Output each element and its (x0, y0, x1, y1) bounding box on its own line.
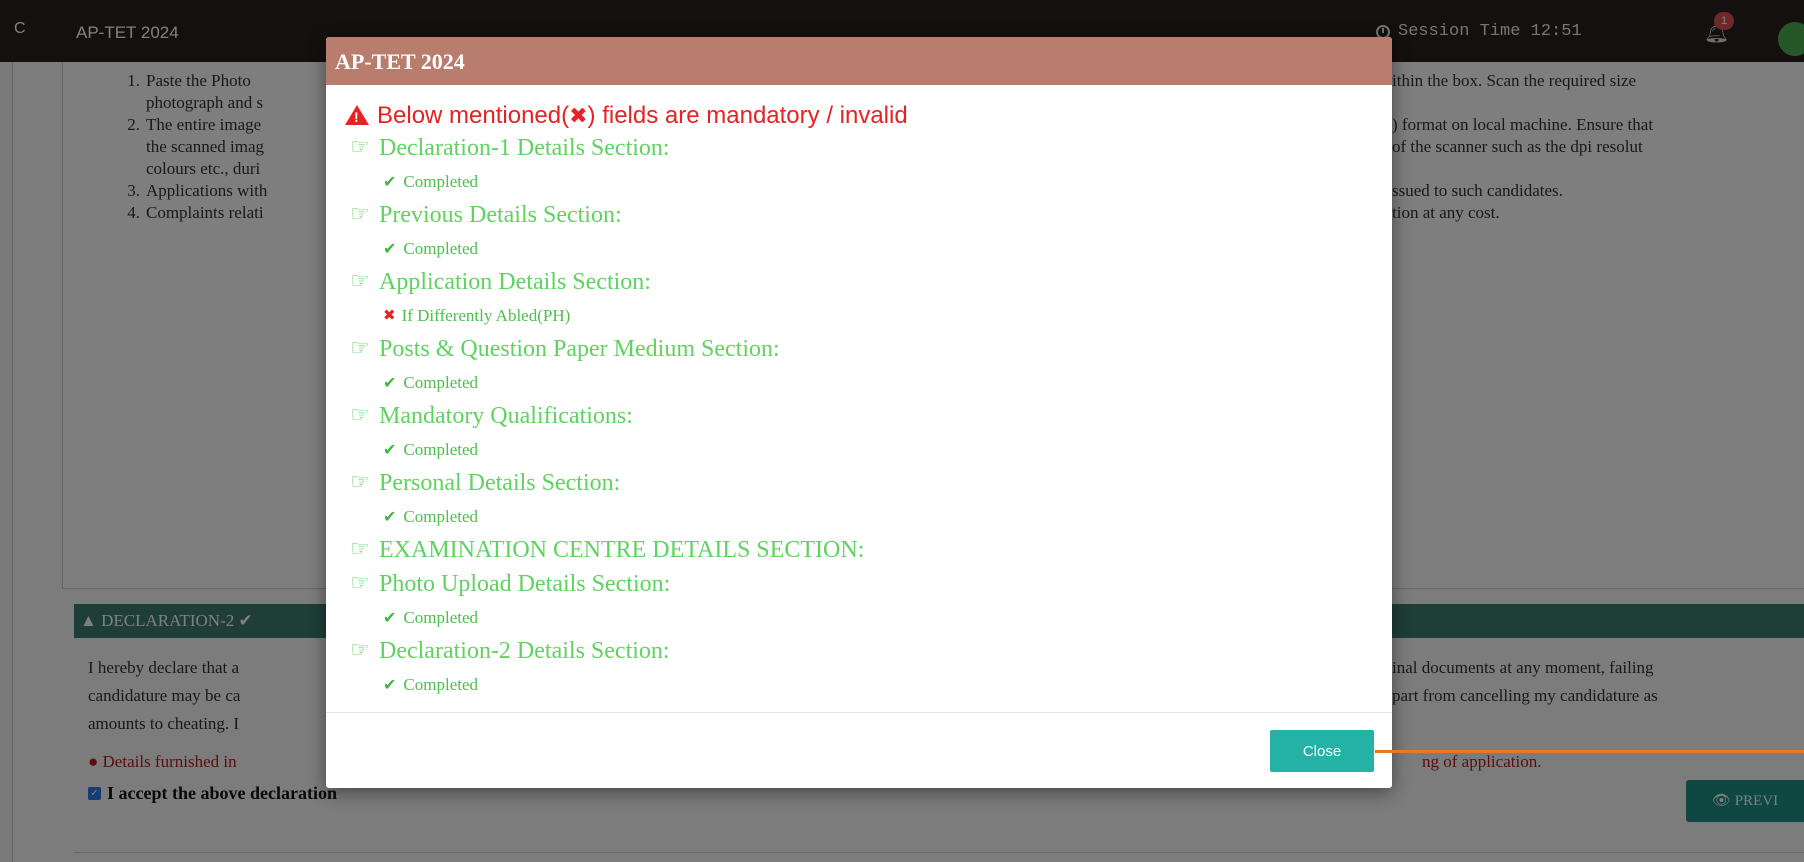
section-title: ☞ EXAMINATION CENTRE DETAILS SECTION: (345, 533, 1392, 567)
validation-section: ☞ Personal Details Section: ✔ Completed (345, 466, 1392, 533)
check-icon: ✔ (383, 675, 397, 694)
sections-list: ☞ Declaration-1 Details Section: ✔ Complete… (345, 131, 1392, 701)
check-icon: ✔ (383, 440, 397, 459)
validation-section: ☞ Previous Details Section: ✔ Completed (345, 198, 1392, 265)
hand-pointer-icon: ☞ (350, 336, 370, 361)
check-icon: ✔ (383, 507, 397, 526)
close-button[interactable]: Close (1270, 730, 1374, 772)
status-completed: ✔ Completed (345, 232, 1392, 265)
section-title: ☞ Declaration-1 Details Section: (345, 131, 1392, 165)
validation-section: ☞ Posts & Question Paper Medium Section: ✔… (345, 332, 1392, 399)
validation-section: ☞ EXAMINATION CENTRE DETAILS SECTION: (345, 533, 1392, 567)
status-completed: ✔ Completed (345, 433, 1392, 466)
validation-section: ☞ Declaration-2 Details Section: ✔ Complete… (345, 634, 1392, 701)
modal-title: AP-TET 2024 (326, 37, 1392, 85)
check-icon: ✔ (383, 608, 397, 627)
status-completed: ✔ Completed (345, 601, 1392, 634)
hand-pointer-icon: ☞ (350, 470, 370, 495)
status-error: ✖ If Differently Abled(PH) (345, 299, 1392, 332)
status-completed: ✔ Completed (345, 366, 1392, 399)
status-completed: ✔ Completed (345, 668, 1392, 701)
hand-pointer-icon: ☞ (350, 638, 370, 663)
hand-pointer-icon: ☞ (350, 202, 370, 227)
check-icon: ✔ (383, 239, 397, 258)
check-icon: ✔ (383, 172, 397, 191)
validation-modal: AP-TET 2024 Below mentioned(✖) fields ar… (326, 37, 1392, 788)
validation-section: ☞ Application Details Section: ✖ If Differe… (345, 265, 1392, 332)
hand-pointer-icon: ☞ (350, 135, 370, 160)
annotation-arrow-line (1375, 750, 1804, 753)
mandatory-fields-alert: Below mentioned(✖) fields are mandatory … (345, 101, 1392, 131)
x-icon: ✖ (383, 306, 396, 324)
modal-body: Below mentioned(✖) fields are mandatory … (326, 85, 1392, 701)
section-title: ☞ Posts & Question Paper Medium Section: (345, 332, 1392, 366)
section-title: ☞ Personal Details Section: (345, 466, 1392, 500)
section-title: ☞ Previous Details Section: (345, 198, 1392, 232)
status-completed: ✔ Completed (345, 500, 1392, 533)
x-icon: ✖ (569, 103, 588, 129)
modal-footer: Close (326, 712, 1392, 788)
warning-triangle-icon (345, 105, 369, 125)
validation-section: ☞ Photo Upload Details Section: ✔ Completed (345, 567, 1392, 634)
hand-pointer-icon: ☞ (350, 269, 370, 294)
section-title: ☞ Declaration-2 Details Section: (345, 634, 1392, 668)
hand-pointer-icon: ☞ (350, 537, 370, 562)
check-icon: ✔ (383, 373, 397, 392)
section-title: ☞ Photo Upload Details Section: (345, 567, 1392, 601)
section-title: ☞ Application Details Section: (345, 265, 1392, 299)
validation-section: ☞ Declaration-1 Details Section: ✔ Complete… (345, 131, 1392, 198)
hand-pointer-icon: ☞ (350, 571, 370, 596)
status-completed: ✔ Completed (345, 165, 1392, 198)
section-title: ☞ Mandatory Qualifications: (345, 399, 1392, 433)
hand-pointer-icon: ☞ (350, 403, 370, 428)
validation-section: ☞ Mandatory Qualifications: ✔ Completed (345, 399, 1392, 466)
